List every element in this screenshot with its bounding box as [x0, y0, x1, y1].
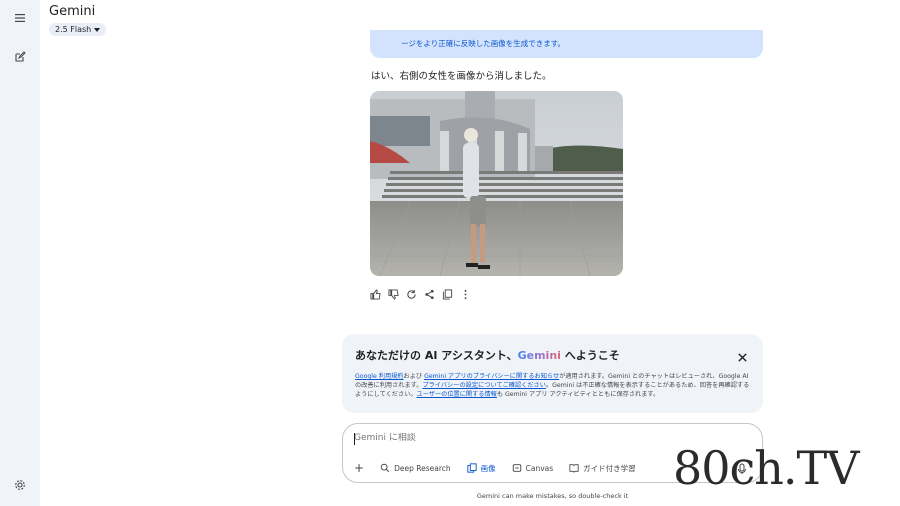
model-label: 2.5 Flash	[55, 25, 92, 34]
edit-icon[interactable]	[8, 45, 32, 69]
location-info-link[interactable]: ユーザーの位置に関する情報	[417, 391, 497, 398]
user-message-text: ージをより正確に反映した画像を生成できます。	[401, 39, 565, 48]
welcome-title: あなただけの AI アシスタント、Gemini へようこそ	[355, 347, 620, 363]
refresh-icon[interactable]	[405, 288, 417, 300]
book-icon	[569, 464, 579, 473]
prompt-input[interactable]	[354, 433, 654, 443]
watermark-text: 80ch.TV	[673, 441, 859, 495]
welcome-body: Google 利用規約および Gemini アプリのプライバシーに関するお知らせ…	[355, 372, 755, 400]
response-actions	[369, 288, 471, 300]
thumb-down-icon[interactable]	[387, 288, 399, 300]
sidebar	[0, 0, 40, 506]
canvas-button[interactable]: Canvas	[510, 460, 556, 476]
text-cursor	[354, 433, 355, 445]
deep-research-button[interactable]: Deep Research	[378, 460, 453, 476]
welcome-title-prefix: あなただけの AI アシスタント、	[355, 349, 518, 362]
guided-learning-label: ガイド付き学習	[583, 463, 636, 473]
thumb-up-icon[interactable]	[369, 288, 381, 300]
canvas-icon	[512, 464, 521, 472]
privacy-settings-link[interactable]: プライバシーの設定についてご確認ください	[422, 382, 545, 389]
user-message-bubble: ージをより正確に反映した画像を生成できます。	[370, 30, 763, 58]
privacy-notice-link[interactable]: Gemini アプリのプライバシーに関するお知らせ	[424, 373, 559, 380]
add-button[interactable]: +	[352, 460, 366, 476]
welcome-text-4: も Gemini アプリ アクティビティとともに保存されます。	[496, 391, 660, 399]
plus-icon: +	[354, 461, 365, 475]
more-icon[interactable]	[459, 288, 471, 300]
deep-research-label: Deep Research	[394, 463, 451, 473]
deep-research-icon	[380, 463, 390, 473]
model-selector[interactable]: 2.5 Flash	[49, 23, 107, 36]
welcome-text-1: および	[403, 373, 425, 380]
composer-tools: + Deep Research 画像 Canvas ガイド付き学習	[352, 460, 638, 476]
image-tool-label: 画像	[480, 463, 496, 473]
welcome-card: あなただけの AI アシスタント、Gemini へようこそ Google 利用規…	[342, 334, 763, 413]
welcome-title-suffix: へようこそ	[560, 349, 620, 362]
copy-icon[interactable]	[441, 288, 453, 300]
canvas-label: Canvas	[525, 463, 554, 473]
image-icon	[467, 463, 477, 473]
app-title: Gemini	[49, 4, 96, 19]
caret-down-icon	[94, 27, 101, 32]
model-reply-text: はい、右側の女性を画像から消しました。	[371, 71, 552, 82]
share-icon[interactable]	[423, 288, 435, 300]
close-icon[interactable]	[737, 348, 749, 362]
generated-image[interactable]	[370, 91, 623, 276]
guided-learning-button[interactable]: ガイド付き学習	[567, 460, 638, 476]
welcome-title-brand: Gemini	[517, 349, 561, 362]
menu-icon[interactable]	[8, 6, 32, 30]
terms-link[interactable]: Google 利用規約	[355, 373, 404, 380]
image-tool-button[interactable]: 画像	[465, 460, 498, 476]
